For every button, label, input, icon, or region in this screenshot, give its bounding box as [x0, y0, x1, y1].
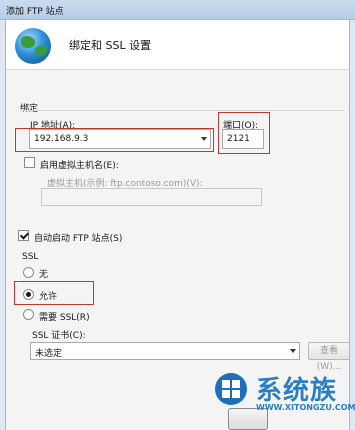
wizard-window: 绑定和 SSL 设置 绑定 IP 地址(A): 192.168.9.3 端口(O…: [5, 20, 350, 430]
ssl-cert-combobox[interactable]: 未选定: [30, 342, 300, 360]
ssl-none-label: 无: [39, 270, 49, 280]
virtual-host-checkbox-label: 启用虚拟主机名(E):: [40, 161, 119, 171]
window-title: 添加 FTP 站点: [6, 7, 64, 17]
watermark-url: WWW.XITONGZU.COM: [256, 403, 355, 412]
ssl-cert-value: 未选定: [35, 349, 63, 359]
title-bar: 添加 FTP 站点: [0, 0, 355, 20]
windows-logo-icon: [215, 373, 247, 405]
chevron-down-icon[interactable]: [290, 349, 296, 353]
ssl-require-radio[interactable]: [23, 309, 34, 320]
view-cert-label: 查看(W)...: [316, 346, 342, 372]
ssl-none-radio[interactable]: [23, 267, 34, 278]
binding-divider: [20, 110, 345, 111]
auto-start-label: 自动启动 FTP 站点(S): [34, 234, 123, 244]
ssl-allow-highlight-box: [14, 281, 94, 305]
view-cert-button[interactable]: 查看(W)...: [308, 342, 350, 372]
auto-start-checkbox[interactable]: [18, 230, 29, 241]
ssl-require-label: 需要 SSL(R): [39, 313, 90, 323]
watermark-text: 系统族: [256, 376, 338, 406]
ssl-group-label: SSL: [22, 252, 39, 262]
binding-group-label: 绑定: [20, 104, 39, 114]
wizard-header: 绑定和 SSL 设置: [6, 20, 349, 70]
globe-icon: [15, 28, 51, 64]
virtual-host-field[interactable]: [41, 188, 262, 206]
page-title: 绑定和 SSL 设置: [69, 39, 152, 52]
port-highlight-box: [218, 112, 270, 154]
ip-highlight-box: [15, 128, 214, 152]
ssl-cert-label: SSL 证书(C):: [32, 331, 86, 341]
virtual-host-checkbox[interactable]: [24, 157, 35, 168]
